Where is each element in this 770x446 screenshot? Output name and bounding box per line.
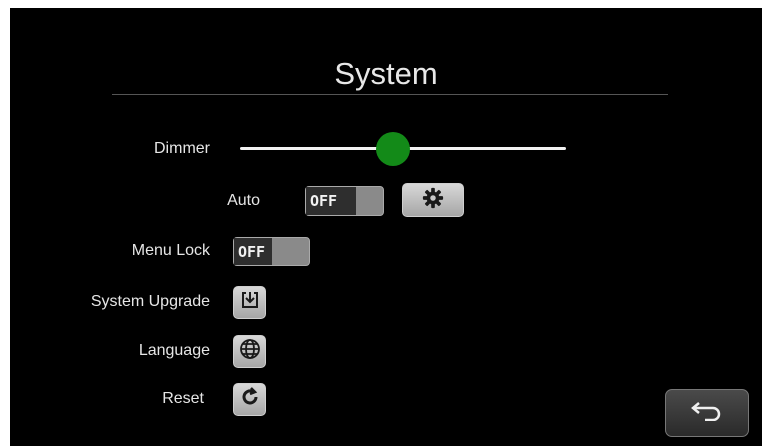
system-upgrade-button[interactable] — [233, 286, 266, 319]
auto-label: Auto — [227, 192, 260, 209]
reset-label: Reset — [162, 390, 204, 407]
language-button[interactable] — [233, 335, 266, 368]
language-label: Language — [138, 342, 210, 359]
dimmer-settings-button[interactable] — [402, 183, 464, 217]
reset-button[interactable] — [233, 383, 266, 416]
page-title: System — [334, 56, 438, 91]
refresh-icon — [239, 386, 261, 413]
download-icon — [240, 290, 260, 315]
title-divider — [112, 94, 668, 95]
dimmer-slider-thumb[interactable] — [376, 132, 411, 166]
back-button[interactable] — [665, 389, 749, 437]
system-upgrade-label: System Upgrade — [90, 293, 210, 310]
globe-icon — [239, 338, 261, 365]
auto-toggle-state: OFF — [306, 187, 356, 215]
auto-toggle[interactable]: OFF — [305, 186, 384, 216]
back-arrow-icon — [689, 401, 725, 426]
dimmer-label: Dimmer — [154, 140, 210, 157]
menu-lock-label: Menu Lock — [131, 242, 210, 259]
menu-lock-toggle-state: OFF — [234, 238, 272, 265]
menu-lock-toggle[interactable]: OFF — [233, 237, 310, 266]
system-screen: System Dimmer Auto OFF Menu Lock OFF Sys… — [10, 8, 762, 446]
gear-icon — [422, 187, 444, 214]
